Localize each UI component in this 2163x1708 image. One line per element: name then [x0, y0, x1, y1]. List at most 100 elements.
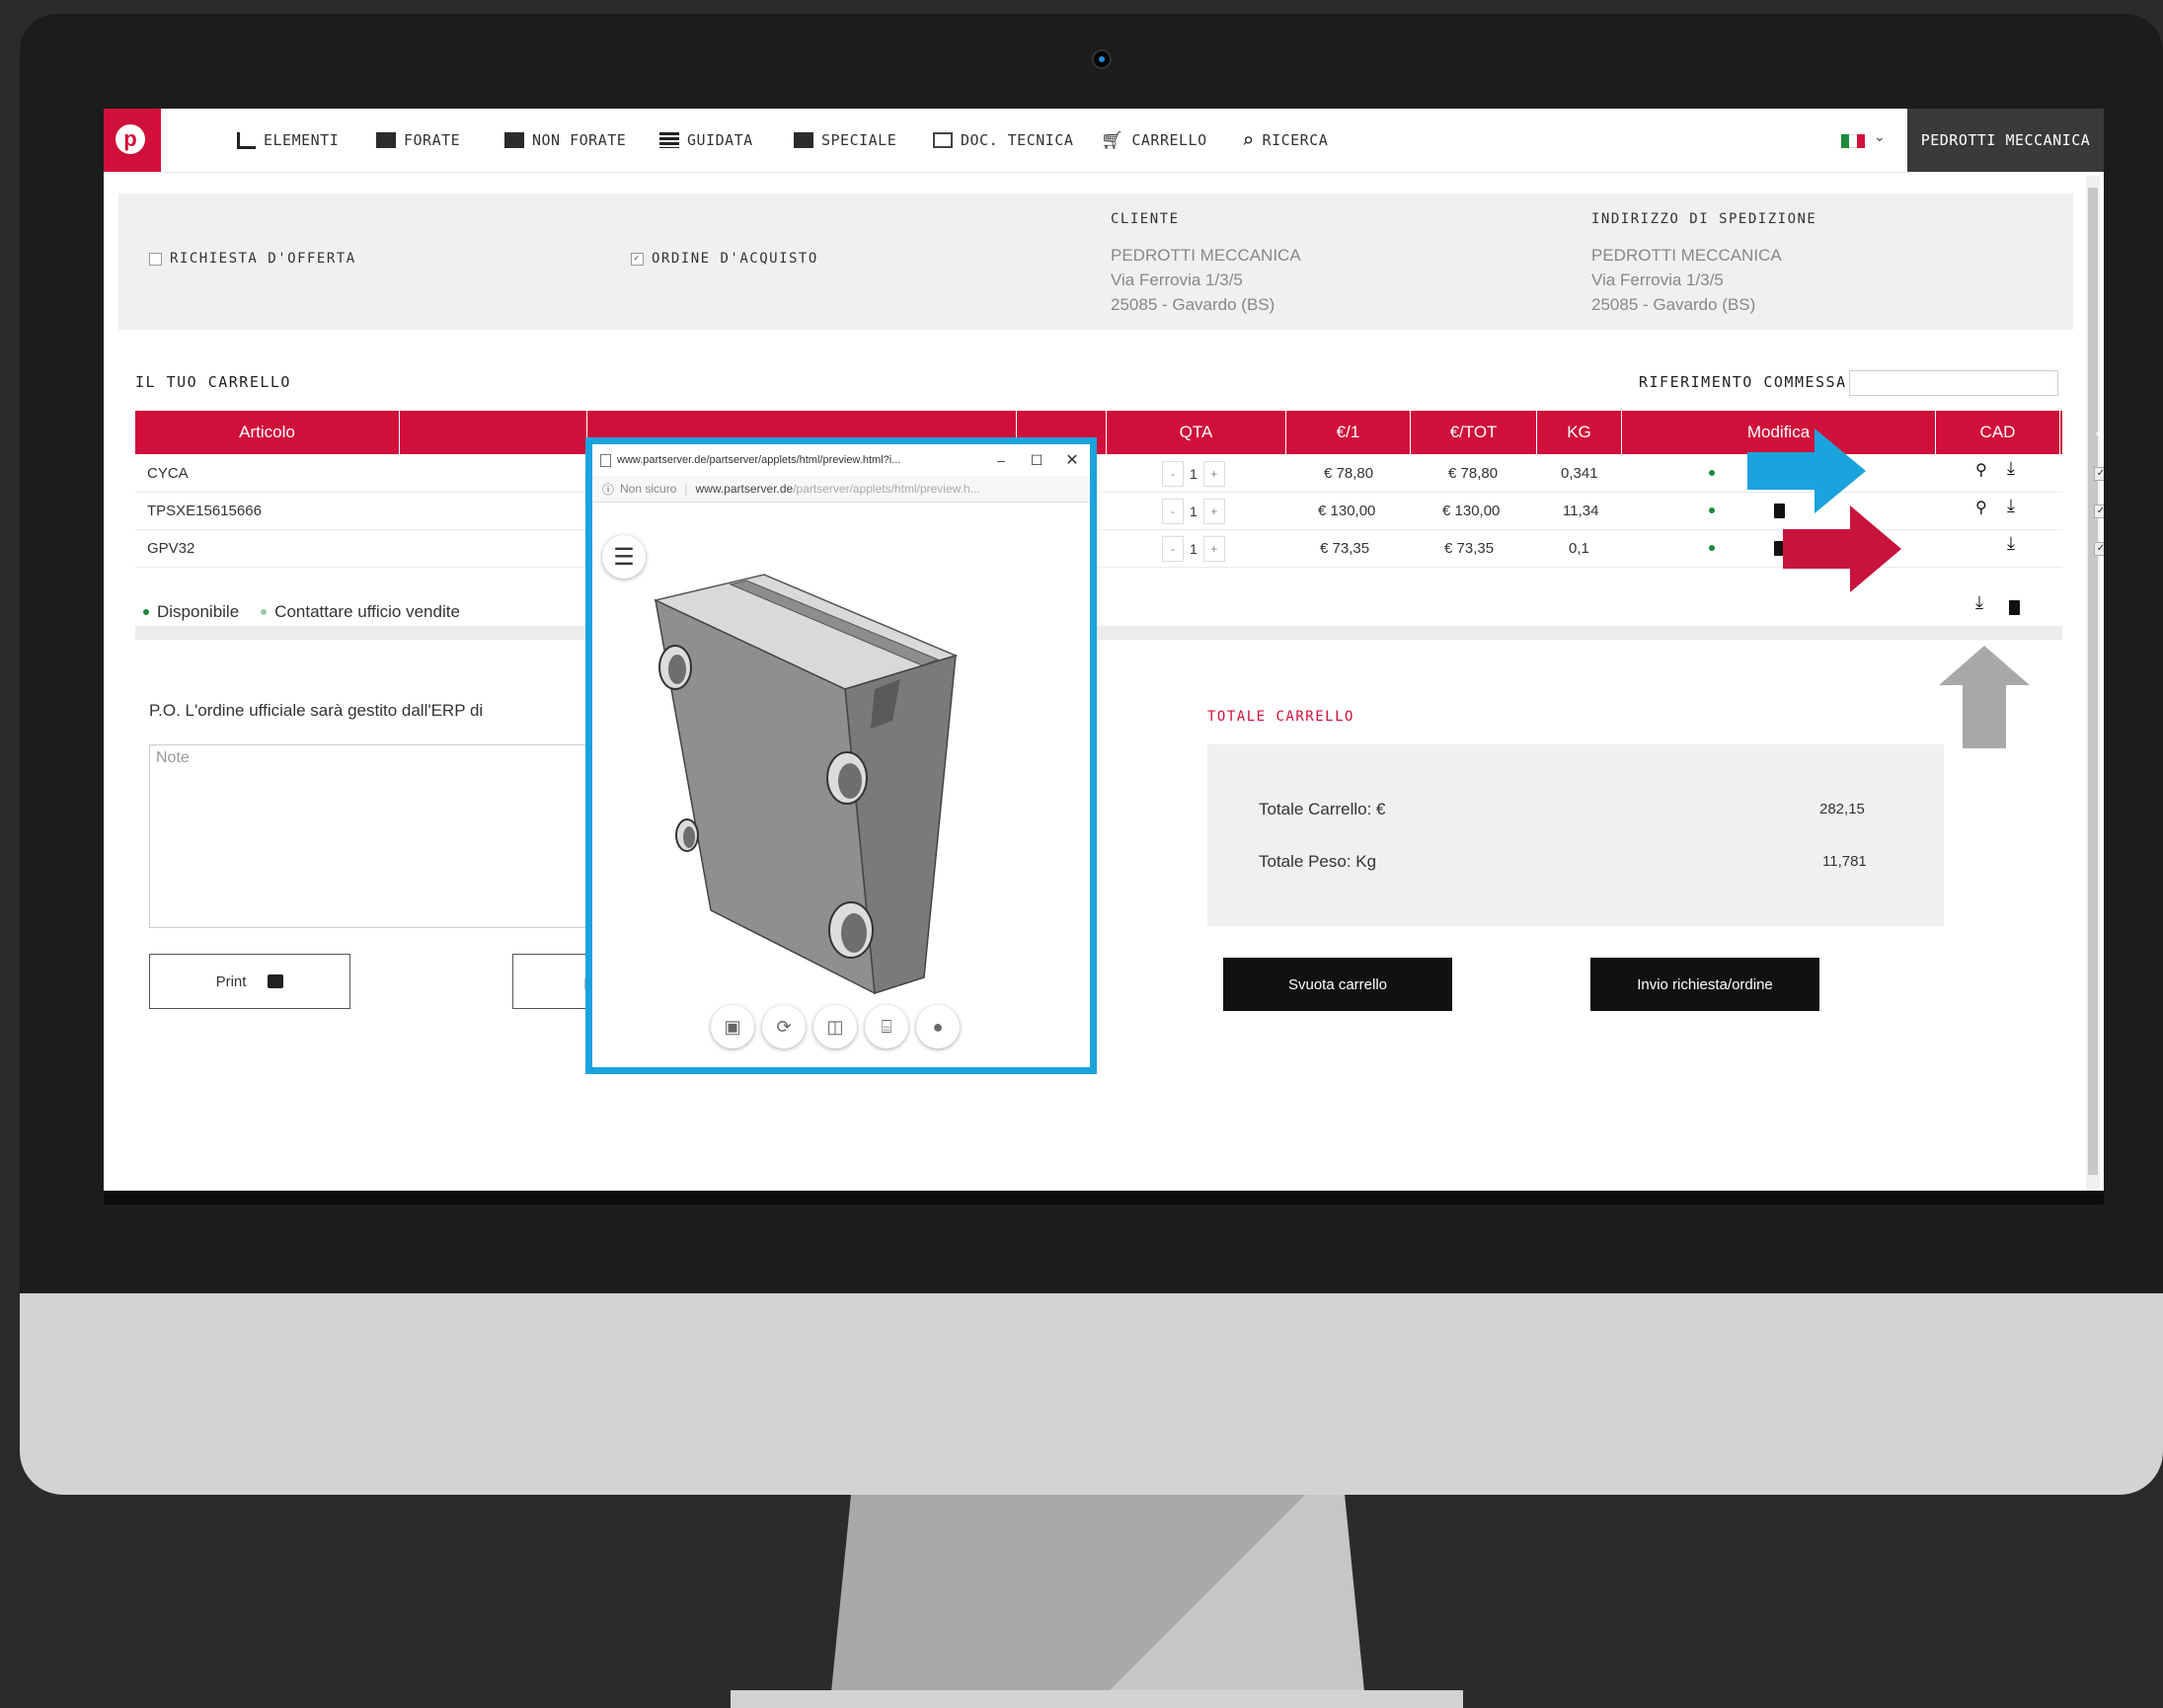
row-unit-price: € 78,80	[1324, 464, 1374, 482]
language-flag-icon[interactable]	[1841, 134, 1865, 148]
nav-label: DOC. TECNICA	[961, 131, 1074, 149]
quantity-stepper[interactable]: - 1 +	[1162, 499, 1225, 524]
order-label: ORDINE D'ACQUISTO	[652, 251, 818, 267]
url-path: /partserver/applets/html/preview.h...	[793, 482, 980, 496]
download-icon[interactable]: ⤓	[2007, 496, 2015, 516]
download-icon[interactable]: ⤓	[2007, 458, 2015, 479]
trash-all-icon[interactable]	[2009, 600, 2020, 615]
availability-legend: Disponibile Contattare ufficio vendite	[143, 602, 460, 622]
user-account-button[interactable]: PEDROTTI MECCANICA	[1907, 109, 2104, 172]
cliente-street: Via Ferrovia 1/3/5	[1111, 271, 1243, 289]
qty-increase-button[interactable]: +	[1202, 499, 1225, 524]
cad-preview-popup: www.partserver.de/partserver/applets/htm…	[585, 437, 1097, 1074]
notes-title: P.O. L'ordine ufficiale sarà gestito dal…	[149, 701, 484, 720]
th-total-price[interactable]: €/TOT	[1411, 411, 1537, 454]
monitor-stand	[731, 1495, 1463, 1708]
th-kg[interactable]: KG	[1537, 411, 1622, 454]
order-checkbox[interactable]: ✓	[631, 252, 644, 266]
nav-label: FORATE	[404, 131, 461, 149]
nav-guidata[interactable]: GUIDATA	[659, 130, 753, 150]
quantity-stepper[interactable]: - 1 +	[1162, 461, 1225, 487]
logo[interactable]: p	[104, 109, 161, 172]
row-total-price: € 73,35	[1444, 539, 1495, 557]
legend-contact: Contattare ufficio vendite	[274, 602, 460, 621]
qty-decrease-button[interactable]: -	[1162, 499, 1184, 524]
guide-icon	[659, 132, 679, 148]
cliente-title: CLIENTE	[1111, 211, 1180, 227]
qty-decrease-button[interactable]: -	[1162, 461, 1184, 487]
cylinder-view-icon[interactable]: ⌸	[865, 1005, 908, 1048]
th-unit-price[interactable]: €/1	[1286, 411, 1411, 454]
row-kg: 0,1	[1569, 539, 1589, 557]
search-icon: ⌕	[1242, 128, 1255, 152]
close-icon[interactable]: ✕	[1054, 450, 1090, 470]
chevron-down-icon[interactable]: ⌄	[1874, 128, 1886, 145]
printer-icon	[268, 974, 284, 988]
monitor-chin	[20, 1293, 2163, 1495]
nav-carrello[interactable]: 🛒︎ CARRELLO	[1101, 129, 1207, 151]
row-total-price: € 78,80	[1448, 464, 1499, 482]
nav-ricerca[interactable]: ⌕ RICERCA	[1242, 128, 1329, 152]
th-cad[interactable]: CAD	[1936, 411, 2060, 454]
offer-label: RICHIESTA D'OFFERTA	[170, 251, 356, 267]
rif-commessa-input[interactable]	[1849, 370, 2058, 396]
spedizione-name: PEDROTTI MECCANICA	[1591, 246, 1782, 265]
download-all-icon[interactable]: ⤓	[1975, 592, 1983, 613]
legend-available: Disponibile	[157, 602, 240, 621]
not-secure-label: Non sicuro	[620, 482, 677, 496]
magnifier-icon[interactable]: ⚲	[1975, 498, 1987, 517]
nav-speciale[interactable]: SPECIALE	[794, 130, 896, 150]
row-checkbox[interactable]: ✓	[2094, 542, 2104, 556]
row-unit-price: € 73,35	[1320, 539, 1370, 557]
contact-dot-icon	[261, 609, 268, 615]
scrollbar-thumb[interactable]	[2088, 188, 2098, 1175]
available-dot-icon	[1709, 470, 1715, 476]
quantity-stepper[interactable]: - 1 +	[1162, 536, 1225, 562]
row-checkbox[interactable]: ✓	[2094, 467, 2104, 481]
th-qta[interactable]: QTA	[1107, 411, 1286, 454]
blue-arrow-icon	[1747, 428, 1866, 513]
totale-peso-label: Totale Peso: Kg	[1259, 852, 1377, 871]
nav-elementi[interactable]: ELEMENTI	[237, 130, 339, 150]
print-label: Print	[215, 972, 247, 990]
cart-icon: 🛒︎	[1101, 129, 1124, 151]
invio-ordine-button[interactable]: Invio richiesta/ordine	[1590, 958, 1819, 1011]
minimize-icon[interactable]: –	[983, 452, 1019, 468]
rotate-icon[interactable]: ⟳	[762, 1005, 806, 1048]
nav-doc-tecnica[interactable]: DOC. TECNICA	[933, 130, 1073, 150]
bar-chart-icon	[237, 131, 256, 149]
maximize-icon[interactable]: ☐	[1019, 452, 1054, 469]
top-navbar: p ELEMENTI FORATE NON FORATE GUIDATA SPE…	[104, 109, 2104, 173]
screen-bottom-edge	[104, 1191, 2104, 1204]
th-empty	[400, 411, 587, 454]
offer-request-option[interactable]: RICHIESTA D'OFFERTA	[149, 251, 356, 267]
shaded-view-icon[interactable]: ●	[916, 1005, 960, 1048]
offer-checkbox[interactable]	[149, 252, 162, 266]
row-checkbox[interactable]: ✓	[2094, 505, 2104, 518]
cart-title: IL TUO CARRELLO	[135, 373, 291, 391]
magnifier-icon[interactable]: ⚲	[1975, 460, 1987, 480]
th-articolo[interactable]: Articolo	[135, 411, 400, 454]
cad-model-viewport[interactable]	[642, 563, 1056, 997]
print-button[interactable]: Print	[149, 954, 350, 1009]
svuota-carrello-button[interactable]: Svuota carrello	[1223, 958, 1452, 1011]
qty-increase-button[interactable]: +	[1202, 461, 1225, 487]
browser-screen: p ELEMENTI FORATE NON FORATE GUIDATA SPE…	[104, 109, 2104, 1193]
totale-peso-value: 11,781	[1822, 853, 1867, 870]
purchase-order-option[interactable]: ✓ ORDINE D'ACQUISTO	[631, 251, 818, 267]
th-check[interactable]: ✓	[2060, 411, 2104, 454]
view-cube-icon[interactable]: ▣	[711, 1005, 754, 1048]
qty-decrease-button[interactable]: -	[1162, 536, 1184, 562]
list-menu-icon[interactable]: ☰	[602, 535, 646, 579]
horizontal-scrollbar[interactable]	[135, 626, 2062, 640]
totale-title: TOTALE CARRELLO	[1207, 709, 1354, 725]
qty-increase-button[interactable]: +	[1202, 536, 1225, 562]
nav-non-forate[interactable]: NON FORATE	[504, 130, 626, 150]
row-articolo: GPV32	[147, 539, 195, 557]
nav-label: RICERCA	[1262, 131, 1329, 149]
download-icon[interactable]: ⤓	[2007, 533, 2015, 554]
nav-forate[interactable]: FORATE	[376, 130, 460, 150]
document-icon	[933, 132, 953, 148]
popup-addressbar[interactable]: ⓘ Non sicuro | www.partserver.de /partse…	[592, 476, 1090, 503]
box-view-icon[interactable]: ◫	[813, 1005, 857, 1048]
